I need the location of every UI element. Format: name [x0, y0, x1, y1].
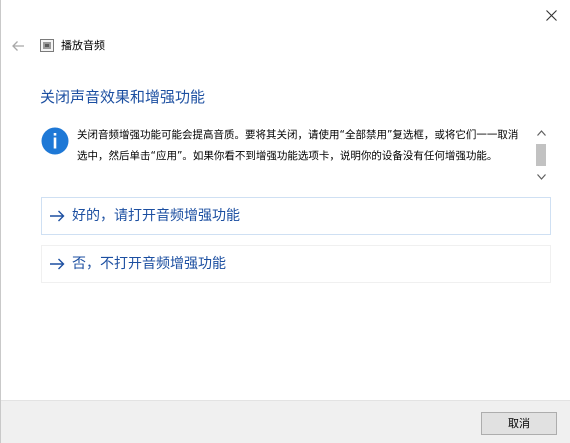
scroll-up-button[interactable]	[533, 126, 549, 140]
info-text: 关闭音频增强功能可能会提高音质。要将其关闭，请使用“全部禁用”复选框，或将它们一…	[77, 129, 519, 162]
info-scrollbar[interactable]	[533, 126, 549, 184]
info-icon	[41, 127, 69, 155]
app-title: 播放音频	[61, 39, 105, 52]
troubleshooter-window: 播放音频 关闭声音效果和增强功能 关闭音频增强功能可能会提高音质。要将其关闭，请…	[0, 0, 570, 443]
page-heading: 关闭声音效果和增强功能	[40, 88, 206, 106]
close-button[interactable]	[536, 2, 566, 28]
back-arrow-icon[interactable]	[10, 38, 26, 54]
speaker-app-icon	[40, 39, 54, 52]
scroll-down-button[interactable]	[533, 170, 549, 184]
footer-bar: 取消	[1, 400, 570, 443]
right-arrow-icon	[50, 258, 65, 270]
right-arrow-icon	[50, 210, 65, 222]
title-row: 播放音频	[1, 37, 301, 55]
cancel-button[interactable]: 取消	[481, 412, 557, 435]
disable-enhancements-option[interactable]: 否，不打开音频增强功能	[41, 245, 551, 283]
info-panel: 关闭音频增强功能可能会提高音质。要将其关闭，请使用“全部禁用”复选框，或将它们一…	[39, 124, 549, 186]
enable-enhancements-option[interactable]: 好的，请打开音频增强功能	[41, 197, 551, 235]
enable-enhancements-label: 好的，请打开音频增强功能	[72, 208, 240, 224]
close-icon	[545, 9, 557, 21]
scroll-thumb[interactable]	[536, 144, 546, 166]
chevron-up-icon	[536, 130, 546, 136]
chevron-down-icon	[536, 174, 546, 180]
disable-enhancements-label: 否，不打开音频增强功能	[72, 256, 226, 272]
